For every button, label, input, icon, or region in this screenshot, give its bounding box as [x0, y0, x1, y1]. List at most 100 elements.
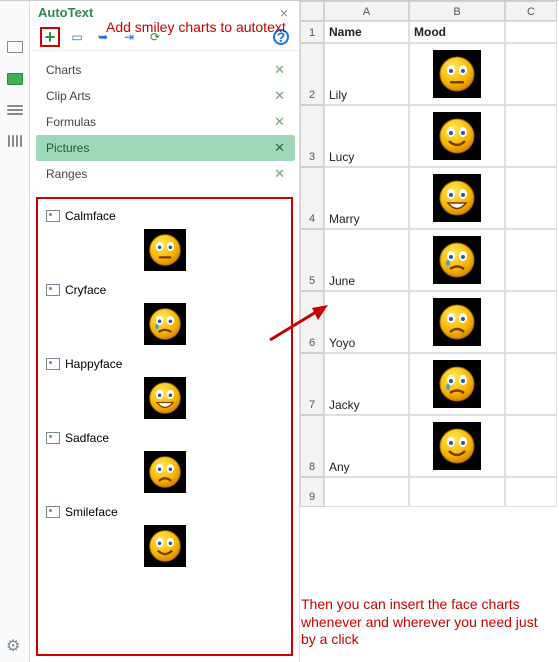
gallery-item-happy: Happyface — [42, 355, 287, 423]
mood-face-cry — [433, 236, 481, 284]
picture-icon — [46, 506, 60, 518]
cell-c-4[interactable] — [505, 167, 557, 229]
row-header-9[interactable]: 9 — [300, 477, 324, 507]
gallery-item-smile: Smileface — [42, 503, 287, 571]
column-header-A[interactable]: A — [324, 1, 409, 21]
plus-icon: + — [45, 29, 56, 45]
cell-name-3[interactable]: Lucy — [324, 105, 409, 167]
cell-c-8[interactable] — [505, 415, 557, 477]
category-delete-icon[interactable]: ✕ — [274, 62, 285, 78]
cell-name-2[interactable]: Lily — [324, 43, 409, 105]
gallery-item-header[interactable]: Smileface — [42, 503, 287, 521]
category-charts[interactable]: Charts ✕ — [36, 57, 295, 83]
close-panel-button[interactable]: × — [277, 6, 291, 20]
cell-mood-4[interactable] — [409, 167, 505, 229]
gallery-item-calm: Calmface — [42, 207, 287, 275]
gallery-item-preview[interactable] — [144, 303, 186, 345]
cell-c-5[interactable] — [505, 229, 557, 291]
rail-tab-2-active[interactable] — [7, 73, 23, 85]
cell-mood-8[interactable] — [409, 415, 505, 477]
cell-name-7[interactable]: Jacky — [324, 353, 409, 415]
gallery-item-label: Cryface — [65, 283, 106, 297]
cell-c-7[interactable] — [505, 353, 557, 415]
cell-c-2[interactable] — [505, 43, 557, 105]
row-header-5[interactable]: 5 — [300, 229, 324, 291]
picture-icon — [46, 210, 60, 222]
cell-b-9[interactable] — [409, 477, 505, 507]
rail-tab-1[interactable] — [7, 41, 23, 53]
category-label: Charts — [46, 63, 81, 77]
gallery-item-cry: Cryface — [42, 281, 287, 349]
spreadsheet: ABC 1NameMood 2Lily3Lucy4Marry5June6Yoyo7J… — [300, 1, 559, 662]
settings-gear-icon[interactable]: ⚙ — [6, 636, 20, 656]
category-delete-icon[interactable]: ✕ — [274, 140, 285, 156]
category-clip-arts[interactable]: Clip Arts✕ — [36, 83, 295, 109]
add-autotext-button[interactable]: + — [42, 28, 58, 46]
picture-icon — [46, 284, 60, 296]
row-header-6[interactable]: 6 — [300, 291, 324, 353]
cell-c-3[interactable] — [505, 105, 557, 167]
cell-name-5[interactable]: June — [324, 229, 409, 291]
picture-icon — [46, 358, 60, 370]
panel-title: AutoText — [38, 5, 93, 20]
gallery-item-preview[interactable] — [144, 229, 186, 271]
gallery-item-preview[interactable] — [144, 525, 186, 567]
column-header-B[interactable]: B — [409, 1, 505, 21]
column-header-C[interactable]: C — [505, 1, 557, 21]
cell-mood-3[interactable] — [409, 105, 505, 167]
rail-tab-3[interactable] — [7, 105, 23, 115]
cell-mood-7[interactable] — [409, 353, 505, 415]
category-delete-icon[interactable]: ✕ — [274, 88, 285, 104]
gallery-item-label: Happyface — [65, 357, 122, 371]
category-pictures[interactable]: Pictures ✕ — [36, 135, 295, 161]
cell-c-9[interactable] — [505, 477, 557, 507]
row-header-3[interactable]: 3 — [300, 105, 324, 167]
cell-c-6[interactable] — [505, 291, 557, 353]
category-delete-icon[interactable]: ✕ — [274, 166, 285, 182]
category-formulas[interactable]: Formulas✕ — [36, 109, 295, 135]
row-header-4[interactable]: 4 — [300, 167, 324, 229]
autotext-gallery: Calmface Cryface Happyface Sadface Smileface — [36, 197, 293, 656]
mood-face-sad — [433, 298, 481, 346]
rail-tab-4[interactable] — [8, 135, 22, 147]
category-list: Charts✕Clip Arts✕Formulas✕Pictures✕Range… — [30, 51, 299, 195]
select-all-corner[interactable] — [300, 1, 324, 21]
gallery-item-preview[interactable] — [144, 451, 186, 493]
category-ranges[interactable]: Ranges ✕ — [36, 161, 295, 187]
cell-name-8[interactable]: Any — [324, 415, 409, 477]
category-delete-icon[interactable]: ✕ — [274, 114, 285, 130]
mood-face-calm — [433, 50, 481, 98]
cell-name-header[interactable]: Name — [324, 21, 409, 43]
row-header-2[interactable]: 2 — [300, 43, 324, 105]
annotation-bottom: Then you can insert the face charts when… — [301, 596, 551, 649]
mood-face-happy — [433, 174, 481, 222]
cell-mood-2[interactable] — [409, 43, 505, 105]
mood-face-smile — [433, 112, 481, 160]
gallery-item-header[interactable]: Cryface — [42, 281, 287, 299]
mood-face-smile — [433, 422, 481, 470]
gallery-item-sad: Sadface — [42, 429, 287, 497]
gallery-item-header[interactable]: Happyface — [42, 355, 287, 373]
gallery-item-preview[interactable] — [144, 377, 186, 419]
cell-a-9[interactable] — [324, 477, 409, 507]
cell-name-6[interactable]: Yoyo — [324, 291, 409, 353]
mood-face-cry — [433, 360, 481, 408]
folder-open-icon[interactable]: ▭ — [68, 28, 86, 46]
autotext-panel: AutoText × Add smiley charts to autotext… — [30, 1, 300, 662]
row-header-1[interactable]: 1 — [300, 21, 324, 43]
cell-empty[interactable] — [505, 21, 557, 43]
cell-mood-5[interactable] — [409, 229, 505, 291]
cell-name-4[interactable]: Marry — [324, 167, 409, 229]
row-header-8[interactable]: 8 — [300, 415, 324, 477]
gallery-item-label: Calmface — [65, 209, 116, 223]
gallery-item-label: Sadface — [65, 431, 109, 445]
cell-mood-header[interactable]: Mood — [409, 21, 505, 43]
category-label: Ranges — [46, 167, 87, 181]
row-header-7[interactable]: 7 — [300, 353, 324, 415]
cell-mood-6[interactable] — [409, 291, 505, 353]
category-label: Pictures — [46, 141, 89, 155]
add-autotext-highlight: + — [40, 27, 60, 47]
gallery-item-header[interactable]: Sadface — [42, 429, 287, 447]
gallery-item-header[interactable]: Calmface — [42, 207, 287, 225]
picture-icon — [46, 432, 60, 444]
